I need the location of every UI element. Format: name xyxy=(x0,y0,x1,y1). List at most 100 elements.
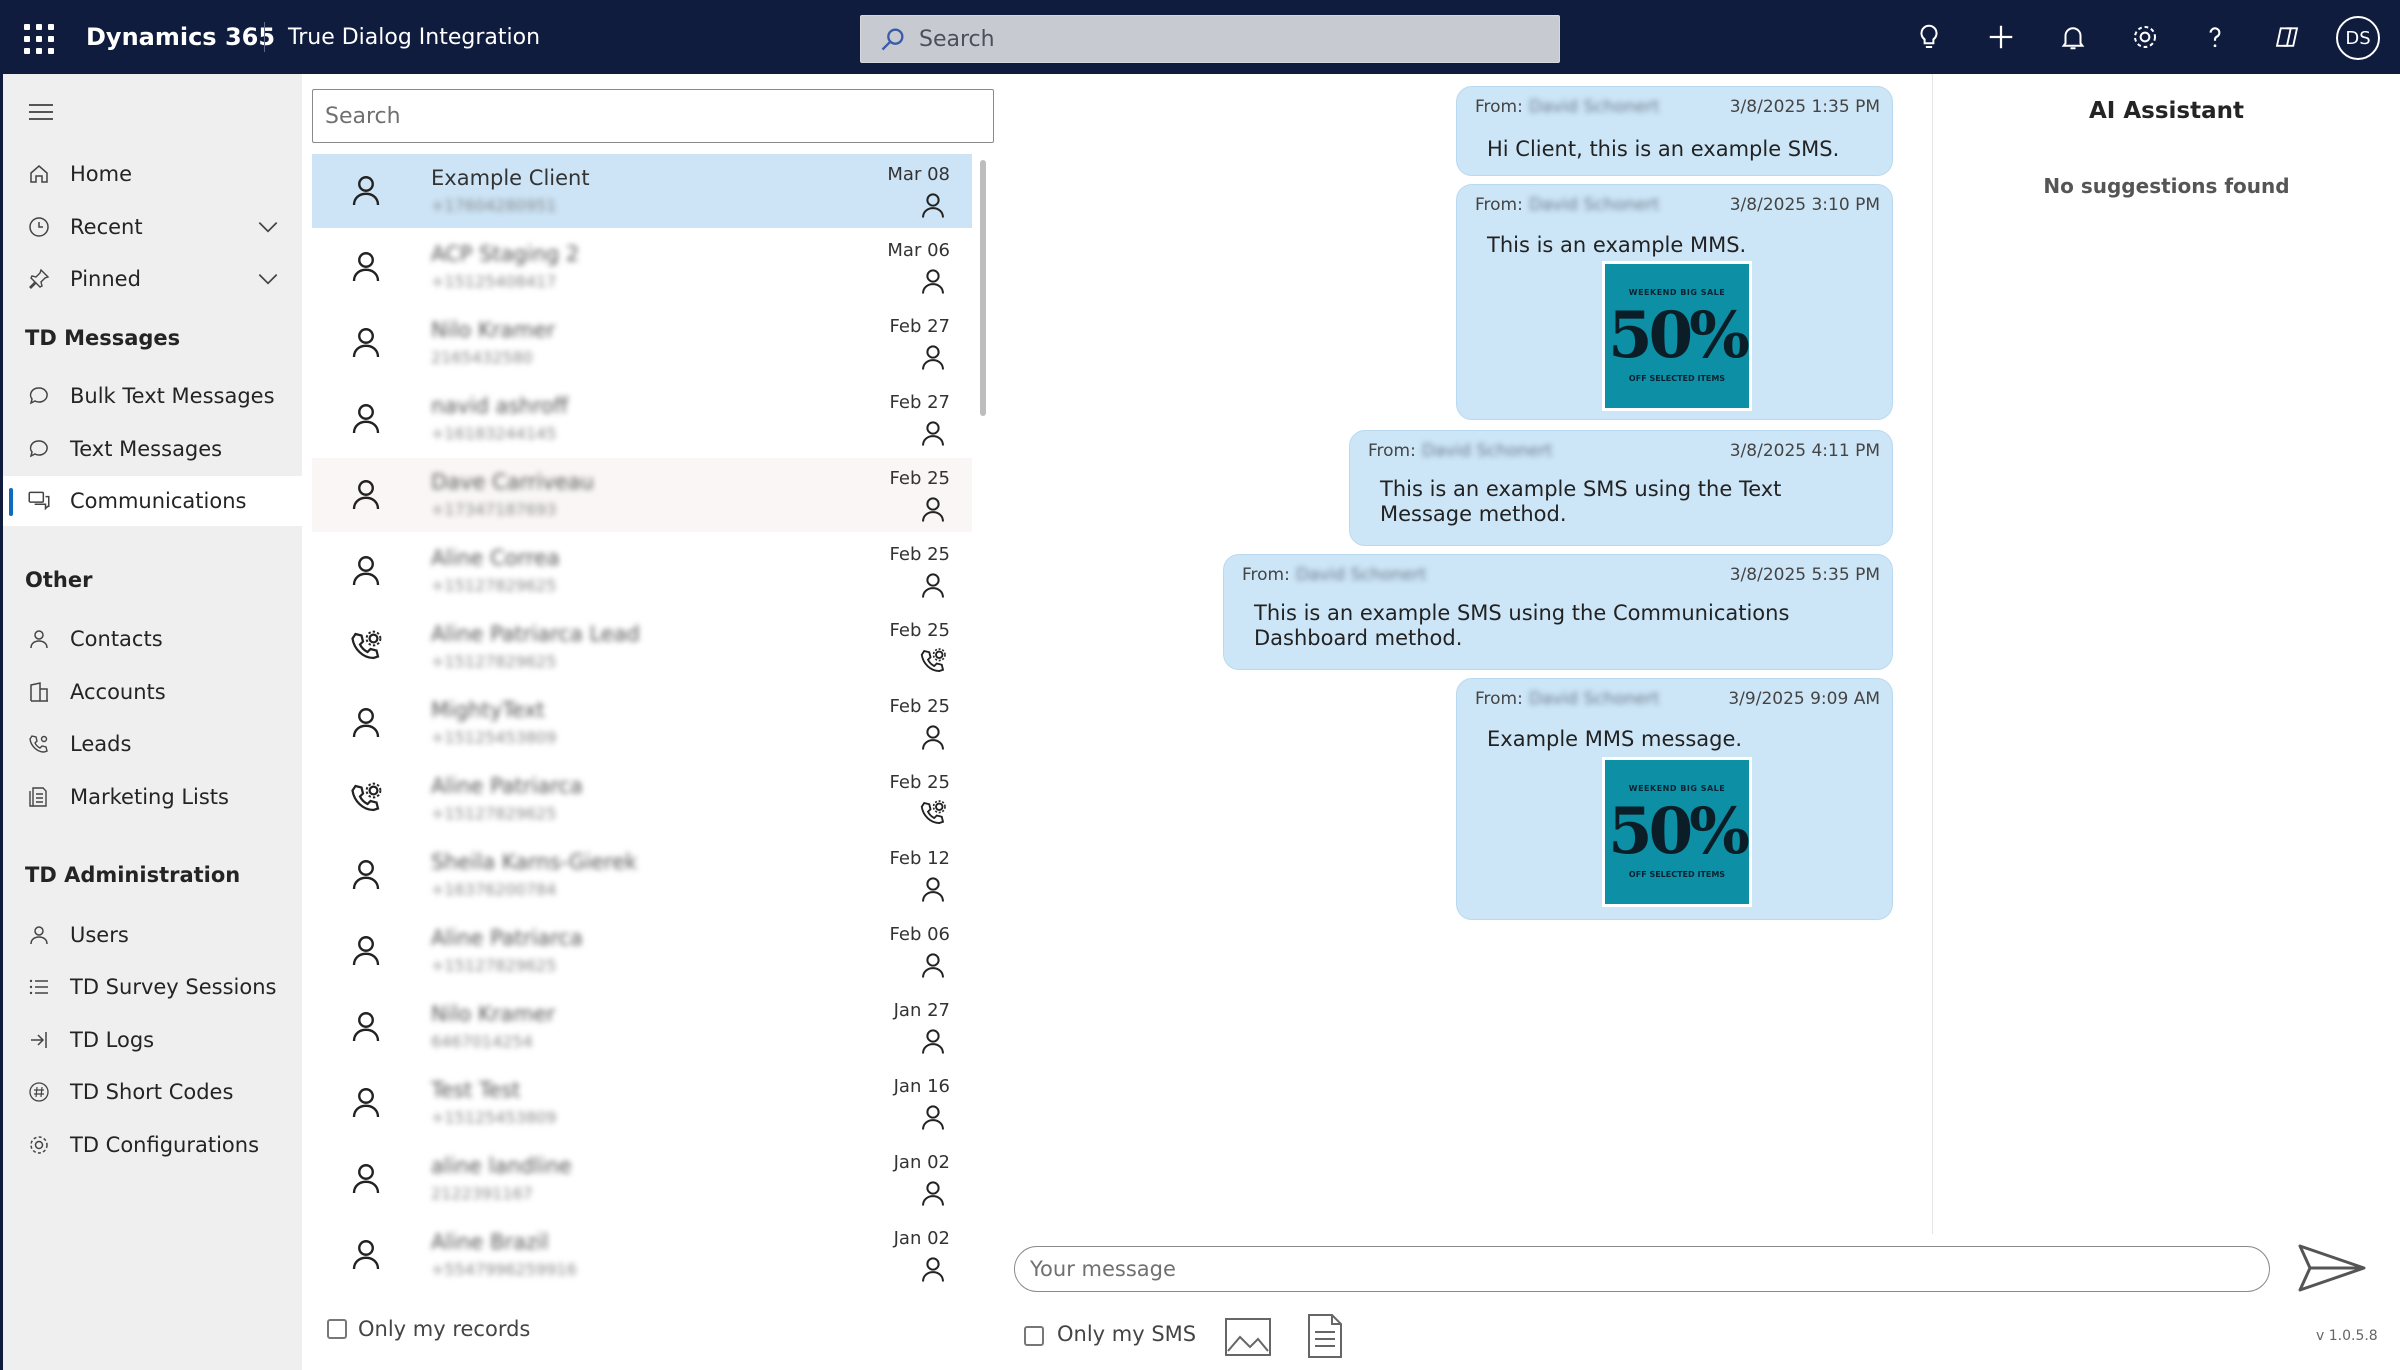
nav-item-recent[interactable]: Recent xyxy=(3,202,302,252)
conversation-row[interactable]: Aline Correa +15127829625 Feb 25 xyxy=(312,534,972,608)
contact-icon xyxy=(348,932,384,968)
conversation-list-pane: Search Example Client +17604280951 Mar 08 A… xyxy=(302,74,1002,1370)
global-search-input[interactable]: Search xyxy=(860,15,1560,63)
conversation-row[interactable]: ACP Staging 2 +15125408417 Mar 06 xyxy=(312,230,972,304)
message-timestamp: 3/8/2025 4:11 PM xyxy=(1729,441,1880,461)
copilot-icon[interactable] xyxy=(2268,18,2306,56)
lightbulb-icon[interactable] xyxy=(1910,18,1948,56)
nav-item-td-logs[interactable]: TD Logs xyxy=(3,1015,302,1065)
conversation-row[interactable]: Test Test +15125453809 Jan 16 xyxy=(312,1066,972,1140)
message-timestamp: 3/9/2025 9:09 AM xyxy=(1728,689,1880,709)
message-from-label: From: xyxy=(1242,565,1290,585)
help-icon[interactable] xyxy=(2196,18,2234,56)
nav-item-label: Users xyxy=(70,923,129,947)
nav-item-home[interactable]: Home xyxy=(3,149,302,199)
brand-title[interactable]: Dynamics 365 xyxy=(86,23,275,51)
nav-item-td-survey-sessions[interactable]: TD Survey Sessions xyxy=(3,962,302,1012)
conversation-phone: 6467014254 xyxy=(431,1032,533,1051)
conversation-row[interactable]: Aline Patriarca Lead +15127829625 Feb 25 xyxy=(312,610,972,684)
message-timestamp: 3/8/2025 1:35 PM xyxy=(1729,97,1880,117)
chevron-down-icon[interactable] xyxy=(255,266,281,292)
message-from: From: David Schonert xyxy=(1368,441,1553,461)
image-attach-icon[interactable] xyxy=(1224,1315,1272,1359)
message-from-label: From: xyxy=(1475,97,1523,117)
conversation-date: Mar 08 xyxy=(887,164,950,185)
nav-item-leads[interactable]: Leads xyxy=(3,719,302,769)
conversation-row[interactable]: Dave Carriveau +17347187693 Feb 25 xyxy=(312,458,972,532)
nav-item-communications[interactable]: Communications xyxy=(3,476,302,526)
bell-icon[interactable] xyxy=(2054,18,2092,56)
app-launcher-icon[interactable] xyxy=(24,24,54,54)
conversation-date: Feb 27 xyxy=(889,392,951,413)
avatar[interactable]: DS xyxy=(2336,16,2380,60)
nav-item-pinned[interactable]: Pinned xyxy=(3,254,302,304)
message-input[interactable]: Your message xyxy=(1014,1246,2270,1292)
app-name[interactable]: True Dialog Integration xyxy=(288,25,540,50)
message-from-label: From: xyxy=(1475,689,1523,709)
conversation-name: Test Test xyxy=(431,1078,521,1102)
message-bubble: From: David Schonert 3/8/2025 5:35 PM This … xyxy=(1223,554,1893,670)
conversation-row[interactable]: navid ashroff +16183244145 Feb 27 xyxy=(312,382,972,456)
conversation-row[interactable]: Example Client +17604280951 Mar 08 xyxy=(312,154,972,228)
contact-icon xyxy=(918,722,948,752)
conversation-row[interactable]: Nilo Kramer 6467014254 Jan 27 xyxy=(312,990,972,1064)
conversation-phone: +5547996259916 xyxy=(431,1260,577,1279)
conversation-name: ACP Staging 2 xyxy=(431,242,580,266)
conversation-name: navid ashroff xyxy=(431,394,569,418)
contact-icon xyxy=(918,950,948,980)
message-text: This is an example MMS. xyxy=(1487,233,1747,257)
nav-item-label: Communications xyxy=(70,489,247,513)
conversation-row[interactable]: Nilo Kramer 2165432580 Feb 27 xyxy=(312,306,972,380)
message-bubble: From: David Schonert 3/8/2025 3:10 PM This … xyxy=(1456,184,1893,420)
conversation-phone: +17347187693 xyxy=(431,500,557,519)
conversation-row[interactable]: Aline Patriarca +15127829625 Feb 25 xyxy=(312,762,972,836)
mms-image-line2: 50% xyxy=(1608,794,1750,869)
only-my-records-checkbox[interactable] xyxy=(327,1319,347,1339)
conversation-phone: +15125408417 xyxy=(431,272,557,291)
message-text: This is an example SMS using the Text Me… xyxy=(1380,477,1782,526)
nav-item-contacts[interactable]: Contacts xyxy=(3,614,302,664)
plus-icon[interactable] xyxy=(1982,18,2020,56)
conversation-name: MightyText xyxy=(431,698,545,722)
chevron-down-icon[interactable] xyxy=(255,214,281,240)
conversation-name: Aline Correa xyxy=(431,546,560,570)
send-icon[interactable] xyxy=(2296,1240,2368,1296)
conversation-row[interactable]: aline landline 2122391167 Jan 02 xyxy=(312,1142,972,1216)
nav-item-td-configurations[interactable]: TD Configurations xyxy=(3,1120,302,1170)
nav-section-td-messages: TD Messages xyxy=(25,326,181,350)
hamburger-menu-icon[interactable] xyxy=(29,104,53,125)
document-attach-icon[interactable] xyxy=(1306,1312,1344,1360)
mms-image[interactable]: WEEKEND BIG SALE 50% OFF SELECTED ITEMS xyxy=(1602,757,1752,907)
clock-icon xyxy=(25,213,53,241)
nav-item-bulk-text-messages[interactable]: Bulk Text Messages xyxy=(3,371,302,421)
contact-icon xyxy=(918,1026,948,1056)
gear-icon[interactable] xyxy=(2126,18,2164,56)
conversation-row[interactable]: Sheila Karns-Gierek +16376200784 Feb 12 xyxy=(312,838,972,912)
contact-icon xyxy=(918,1254,948,1284)
conversation-row[interactable]: MightyText +15125453809 Feb 25 xyxy=(312,686,972,760)
mms-image-line2: 50% xyxy=(1608,298,1750,373)
contact-icon xyxy=(348,248,384,284)
chat-icon xyxy=(25,435,53,463)
conversation-phone: +15127829625 xyxy=(431,956,557,975)
nav-item-text-messages[interactable]: Text Messages xyxy=(3,424,302,474)
conversation-row[interactable]: Aline Patriarca +15127829625 Feb 06 xyxy=(312,914,972,988)
nav-item-label: Accounts xyxy=(70,680,166,704)
nav-item-td-short-codes[interactable]: TD Short Codes xyxy=(3,1067,302,1117)
list-scrollbar[interactable] xyxy=(980,160,986,416)
conversation-date: Feb 25 xyxy=(889,772,951,793)
nav-item-marketing-lists[interactable]: Marketing Lists xyxy=(3,772,302,822)
message-bubble: From: David Schonert 3/8/2025 4:11 PM This … xyxy=(1349,430,1893,546)
nav-item-accounts[interactable]: Accounts xyxy=(3,667,302,717)
contact-icon xyxy=(918,494,948,524)
search-icon xyxy=(881,28,904,51)
message-from-label: From: xyxy=(1368,441,1416,461)
conversation-search-input[interactable]: Search xyxy=(312,89,994,143)
conversation-date: Feb 25 xyxy=(889,620,951,641)
only-my-sms-checkbox[interactable] xyxy=(1024,1326,1044,1346)
conversation-date: Feb 06 xyxy=(889,924,951,945)
chat-multiple-icon xyxy=(25,487,53,515)
conversation-row[interactable]: Aline Brazil +5547996259916 Jan 02 xyxy=(312,1218,972,1292)
mms-image[interactable]: WEEKEND BIG SALE 50% OFF SELECTED ITEMS xyxy=(1602,261,1752,411)
nav-item-users[interactable]: Users xyxy=(3,910,302,960)
